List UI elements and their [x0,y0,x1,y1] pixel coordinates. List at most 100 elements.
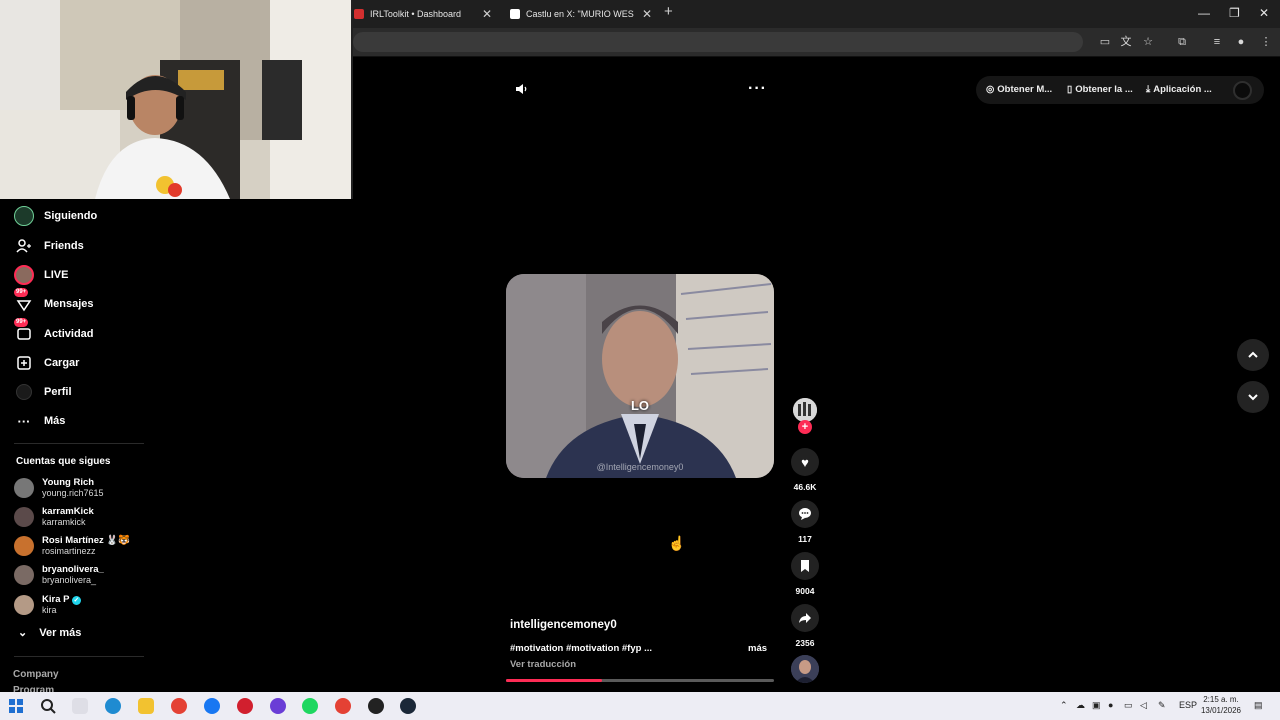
following-item[interactable]: karramKick karramkick [14,504,94,530]
save-action[interactable]: 9004 [790,552,820,596]
phone-icon: ▯ [1067,84,1073,95]
cloud-icon[interactable]: ☁ [1076,700,1085,711]
profile-ring-icon[interactable] [1233,81,1252,100]
display-icon[interactable]: ▭ [1124,700,1133,711]
facebook-icon[interactable] [204,698,220,714]
creator-avatar[interactable] [793,398,817,422]
desktop-app-button[interactable]: ⤓ Aplicación ... [1146,84,1212,95]
edge-icon[interactable] [105,698,121,714]
like-action[interactable]: ♥ 46.6K [790,448,820,492]
system-clock[interactable]: 2:15 a. m. 13/01/2026 [1196,694,1246,716]
start-icon[interactable] [8,698,24,714]
get-m-button[interactable]: ◎ Obtener M... [986,84,1052,95]
footer-company-link[interactable]: Company [13,669,59,680]
avatar [14,536,34,556]
share-action[interactable]: 2356 [790,604,820,648]
tab-irltoolkit[interactable]: IRLToolkit • Dashboard ✕ [346,4,496,24]
follow-plus-button[interactable]: + [798,420,812,434]
next-video-button[interactable] [1237,381,1269,413]
sidebar-item-siguiendo[interactable]: Siguiendo [14,205,97,227]
bookmark-icon[interactable] [791,552,819,580]
x-favicon-icon [510,9,520,19]
file-explorer-icon[interactable] [138,698,154,714]
search-icon[interactable] [40,698,56,714]
app-icon[interactable] [368,698,384,714]
account-name: karramKick [42,506,94,517]
comment-action[interactable]: 117 [790,500,820,544]
profile-icon [14,382,34,402]
sidebar-item-cargar[interactable]: Cargar [14,352,79,374]
following-item[interactable]: Kira P ✓ kira [14,592,81,618]
footer-program-link[interactable]: Program [13,685,54,692]
sidebar-item-live[interactable]: LIVE [14,264,68,286]
browser-menu-icon[interactable]: ⋮ [1259,35,1273,49]
sidebar-item-mensajes[interactable]: 99+ Mensajes [14,288,94,315]
sidebar-item-mas[interactable]: ··· Más [14,410,66,432]
following-avatar-icon [14,206,34,226]
chrome-profile-icon[interactable] [335,698,351,714]
expand-caption-button[interactable]: más [748,643,767,654]
account-handle: bryanolivera_ [42,575,97,585]
sidebar-item-actividad[interactable]: 99+ Actividad [14,318,94,345]
coin-icon: ◎ [986,84,995,95]
more-options-icon[interactable]: ··· [748,80,767,98]
heart-icon[interactable]: ♥ [791,448,819,476]
device-icon[interactable]: ▣ [1092,700,1101,711]
clock-time: 2:15 a. m. [1203,695,1239,704]
video-author[interactable]: intelligencemoney0 [510,619,617,631]
sidebar-item-perfil[interactable]: Perfil [14,381,72,403]
music-disc-icon[interactable] [791,655,819,683]
following-item[interactable]: Rosi Martínez 🐰🐯 rosimartinezz [14,533,130,559]
comment-icon[interactable] [791,500,819,528]
close-window-button[interactable]: ✕ [1259,6,1269,20]
microphone-icon[interactable]: ● [1108,700,1113,710]
upload-icon [14,353,34,373]
notifications-icon[interactable]: ▤ [1254,700,1263,711]
get-app-button[interactable]: ▯ Obtener la ... [1067,84,1133,95]
see-translation-link[interactable]: Ver traducción [510,659,576,670]
more-icon: ··· [17,413,31,429]
new-tab-button[interactable]: + [664,3,673,20]
video-progress-bar[interactable] [506,679,774,682]
messenger-icon[interactable] [270,698,286,714]
app-icon[interactable] [237,698,253,714]
share-icon[interactable] [791,604,819,632]
divider [14,443,144,444]
like-count: 46.6K [793,482,817,492]
video-hashtags[interactable]: #motivation #motivation #fyp ... [510,643,652,654]
sidebar-item-friends[interactable]: Friends [14,235,84,257]
task-view-icon[interactable] [72,698,88,714]
spotify-icon[interactable] [302,698,318,714]
verified-icon: ✓ [71,596,81,605]
extensions-icon[interactable]: ⧉ [1175,35,1189,49]
webcam-image [0,0,351,199]
reading-list-icon[interactable]: ≡ [1210,35,1224,49]
steam-icon[interactable] [400,698,416,714]
previous-video-button[interactable] [1237,339,1269,371]
volume-icon[interactable]: ◁ [1140,700,1147,711]
tray-overflow-icon[interactable]: ⌃ [1060,700,1068,711]
translate-icon[interactable]: 文 [1119,35,1133,49]
friends-icon [14,236,34,256]
tab-close-icon[interactable]: ✕ [482,7,492,21]
live-avatar-icon [14,265,34,285]
share-count: 2356 [795,638,815,648]
address-bar[interactable] [353,32,1083,52]
avatar [14,478,34,498]
see-more-button[interactable]: ⌄ Ver más [18,626,81,640]
profile-avatar-icon[interactable]: ● [1234,35,1248,49]
bookmark-star-icon[interactable]: ☆ [1141,35,1155,49]
pen-icon[interactable]: ✎ [1158,700,1166,711]
tab-x-post[interactable]: Castlu en X: "MURIO WESTCOL ✕ [502,4,656,24]
following-item[interactable]: bryanolivera_ bryanolivera_ [14,562,104,588]
chrome-icon[interactable] [171,698,187,714]
divider [14,656,144,657]
volume-icon[interactable] [514,82,528,99]
tab-close-icon[interactable]: ✕ [642,7,652,21]
cast-icon[interactable]: ▭ [1098,35,1112,49]
video-player[interactable]: LO @Intelligencemoney0 [506,274,774,478]
restore-button[interactable]: ❐ [1229,6,1240,20]
following-item[interactable]: Young Rich young.rich7615 [14,475,104,501]
language-indicator[interactable]: ESP [1179,700,1197,710]
minimize-button[interactable]: — [1198,6,1210,20]
